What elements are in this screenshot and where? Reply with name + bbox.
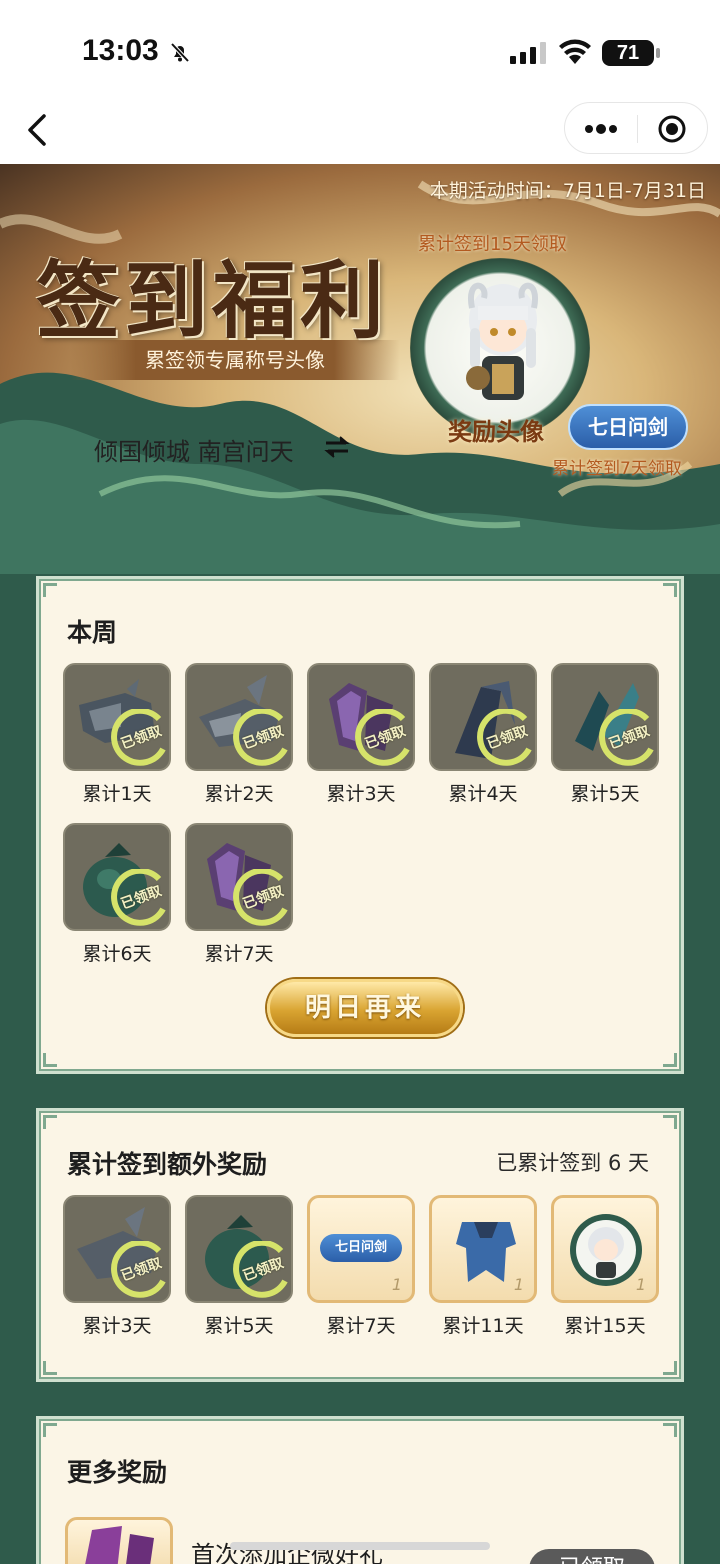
corner-ornament	[43, 583, 57, 597]
weekly-reward-day2[interactable]: 已领取 累计2天	[185, 663, 293, 806]
banner-subtitle: 累签领专属称号头像	[70, 340, 400, 380]
reward-label: 累计1天	[82, 783, 152, 805]
corner-ornament	[43, 1115, 57, 1129]
reward-label: 累计7天	[326, 1315, 396, 1337]
title-badge-mini: 七日问剑	[320, 1234, 402, 1262]
corner-ornament	[663, 1115, 677, 1129]
corner-ornament	[43, 1361, 57, 1375]
reward-label: 累计4天	[448, 783, 518, 805]
wifi-icon	[559, 39, 591, 64]
home-indicator[interactable]	[230, 1542, 490, 1550]
more-rewards-title: 更多奖励	[67, 1458, 168, 1487]
status-bar: 13:03 71	[0, 0, 720, 100]
corner-ornament	[663, 583, 677, 597]
weekly-reward-day4[interactable]: 已领取 累计4天	[429, 663, 537, 806]
chibi-character-avatar	[466, 282, 539, 400]
reward-label: 累计3天	[82, 1315, 152, 1337]
reward-label: 累计6天	[82, 943, 152, 965]
claimed-stamp: 已领取	[109, 709, 169, 769]
nav-bar	[0, 100, 720, 164]
corner-ornament	[663, 1423, 677, 1437]
switch-account-icon[interactable]	[324, 434, 350, 460]
signin-progress: 已累计签到 6 天	[496, 1151, 649, 1175]
claimed-stamp: 已领取	[109, 869, 169, 929]
cumulative-reward-7[interactable]: 七日问剑 1 累计7天	[307, 1195, 415, 1338]
reward-quantity: 1	[513, 1275, 524, 1294]
weekly-signin-card: 本周 已领取 累计1天 已领取 累计2天 已领取 累计3天 已领取 累计4天 已…	[36, 576, 684, 1074]
reward-quantity: 1	[635, 1275, 646, 1294]
weekly-reward-day1[interactable]: 已领取 累计1天	[63, 663, 171, 806]
cumulative-reward-3[interactable]: 已领取 累计3天	[63, 1195, 171, 1338]
back-arrow-icon[interactable]	[24, 112, 52, 148]
come-back-tomorrow-button[interactable]: 明日再来	[267, 979, 463, 1037]
reward-label: 累计7天	[204, 943, 274, 965]
gift-item-icon	[65, 1517, 173, 1564]
claimed-stamp: 已领取	[597, 709, 657, 769]
corner-ornament	[43, 1423, 57, 1437]
claimed-stamp: 已领取	[475, 709, 535, 769]
mini-program-capsule	[564, 102, 708, 154]
corner-ornament	[43, 1053, 57, 1067]
corner-ornament	[663, 1361, 677, 1375]
clock: 13:03	[82, 34, 159, 67]
avatar-caption: 奖励头像	[448, 418, 544, 446]
reward-label: 累计15天	[564, 1315, 646, 1337]
cumulative-reward-5[interactable]: 已领取 累计5天	[185, 1195, 293, 1338]
corner-ornament	[663, 1053, 677, 1067]
battery-indicator: 71	[602, 40, 660, 66]
claimed-stamp: 已领取	[231, 709, 291, 769]
reward-label: 累计5天	[570, 783, 640, 805]
weekly-reward-day7[interactable]: 已领取 累计7天	[185, 823, 293, 966]
more-dots-icon[interactable]	[583, 117, 619, 141]
claimed-stamp: 已领取	[353, 709, 413, 769]
reward-label: 累计11天	[442, 1315, 524, 1337]
capsule-divider	[637, 115, 638, 143]
reward-label: 累计3天	[326, 783, 396, 805]
weekly-title: 本周	[67, 618, 118, 647]
cumulative-title: 累计签到额外奖励	[67, 1150, 268, 1179]
close-mini-program-icon[interactable]	[657, 114, 687, 144]
cumulative-reward-11[interactable]: 1 累计11天	[429, 1195, 537, 1338]
activity-period: 本期活动时间：7月1日-7月31日	[429, 180, 706, 202]
reward-quantity: 1	[391, 1275, 402, 1294]
reward-label: 累计5天	[204, 1315, 274, 1337]
title-badge[interactable]: 七日问剑	[568, 404, 688, 450]
claimed-stamp: 已领取	[231, 1241, 291, 1301]
hero-banner: 本期活动时间：7月1日-7月31日 签到福利 累签领专属称号头像 倾国倾城 南宫…	[0, 164, 720, 574]
silent-bell-icon	[170, 42, 190, 63]
cumulative-reward-15[interactable]: 1 累计15天	[551, 1195, 659, 1338]
banner-title: 签到福利	[36, 251, 389, 350]
weekly-reward-day3[interactable]: 已领取 累计3天	[307, 663, 415, 806]
avatar-requirement: 累计签到15天领取	[418, 234, 567, 255]
cumulative-rewards-card: 累计签到额外奖励 已累计签到 6 天 已领取 累计3天 已领取 累计5天 七日问…	[36, 1108, 684, 1382]
claimed-stamp: 已领取	[231, 869, 291, 929]
weekly-reward-day6[interactable]: 已领取 累计6天	[63, 823, 171, 966]
weekly-reward-day5[interactable]: 已领取 累计5天	[551, 663, 659, 806]
badge-requirement: 累计签到7天领取	[552, 459, 682, 479]
cellular-signal-icon	[510, 42, 546, 64]
claim-status-button[interactable]: 已领取	[529, 1549, 655, 1564]
user-name: 倾国倾城 南宫问天	[94, 438, 294, 466]
reward-label: 累计2天	[204, 783, 274, 805]
claimed-stamp: 已领取	[109, 1241, 169, 1301]
